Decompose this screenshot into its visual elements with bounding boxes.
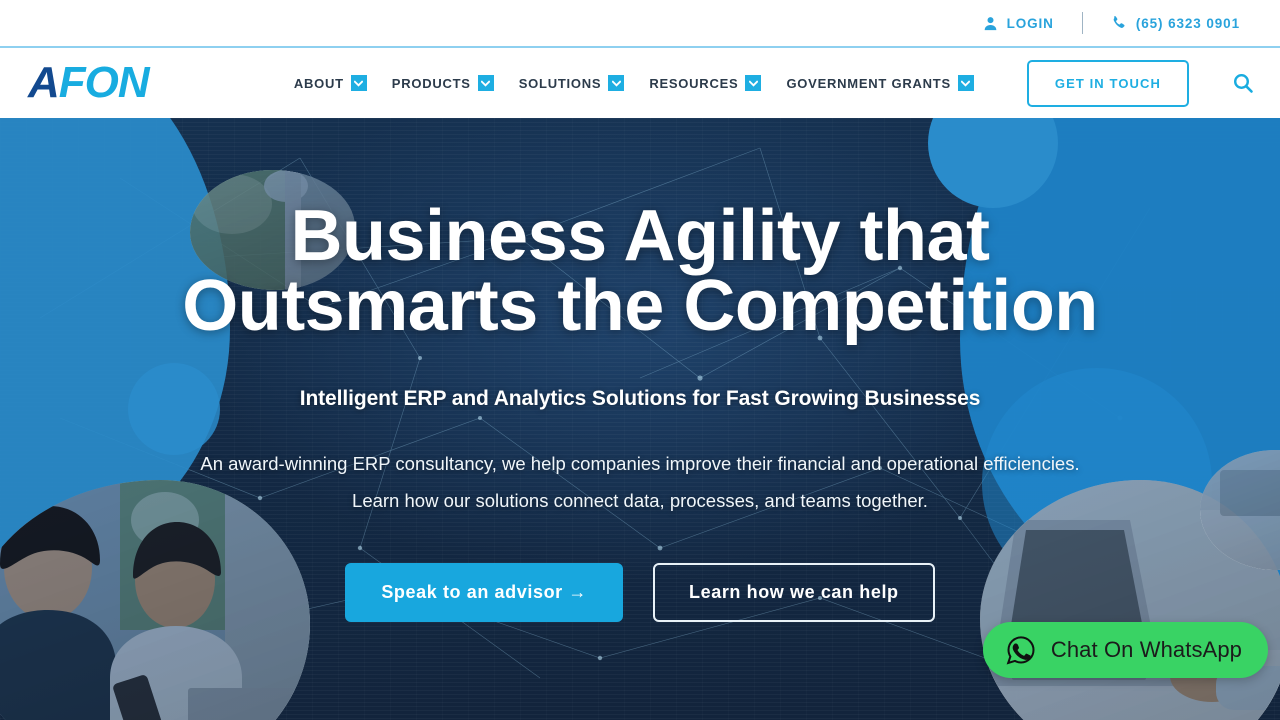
hero-heading: Business Agility that Outsmarts the Comp…: [0, 200, 1280, 342]
hero-paragraph: An award-winning ERP consultancy, we hel…: [0, 450, 1280, 516]
hero-heading-line-2: Outsmarts the Competition: [182, 265, 1098, 346]
nav-item-label: PRODUCTS: [391, 75, 471, 91]
phone-number: (65) 6323 0901: [1135, 15, 1240, 31]
login-link[interactable]: LOGIN: [983, 16, 1054, 31]
nav-item-about[interactable]: ABOUT: [294, 75, 367, 91]
main-navigation: AFON ABOUT PRODUCTS SOLUTIONS RESOURCES: [0, 48, 1280, 118]
nav-item-products[interactable]: PRODUCTS: [392, 75, 494, 91]
afon-logo[interactable]: AFON: [28, 58, 150, 107]
hero-cta-row: Speak to an advisor → Learn how we can h…: [0, 563, 1280, 622]
nav-item-label: ABOUT: [293, 75, 344, 91]
nav-item-label: SOLUTIONS: [518, 75, 602, 91]
logo-letter-a: A: [28, 58, 60, 107]
nav-item-resources[interactable]: RESOURCES: [649, 75, 762, 91]
whatsapp-chat-widget[interactable]: Chat On WhatsApp: [982, 622, 1268, 678]
hero-heading-line-1: Business Agility that: [290, 196, 990, 276]
phone-icon: [1111, 15, 1127, 31]
chevron-down-icon[interactable]: [745, 75, 762, 91]
nav-item-label: GOVERNMENT GRANTS: [786, 75, 951, 91]
chevron-down-icon[interactable]: [350, 75, 367, 91]
chevron-down-icon[interactable]: [477, 75, 494, 91]
chevron-down-icon[interactable]: [608, 75, 625, 91]
whatsapp-label: Chat On WhatsApp: [1050, 637, 1242, 662]
whatsapp-icon: [1005, 634, 1037, 666]
topbar-links: LOGIN (65) 6323 0901: [983, 12, 1240, 34]
nav-item-label: RESOURCES: [649, 75, 739, 91]
topbar-divider: [1081, 12, 1083, 34]
nav-items: ABOUT PRODUCTS SOLUTIONS RESOURCES GOVER: [294, 59, 1254, 107]
hero-subheading: Intelligent ERP and Analytics Solutions …: [299, 386, 981, 410]
search-icon: [1232, 72, 1254, 94]
logo-letters-fon: FON: [58, 58, 150, 107]
hero-paragraph-line-1: An award-winning ERP consultancy, we hel…: [200, 452, 1080, 474]
nav-item-solutions[interactable]: SOLUTIONS: [519, 75, 625, 91]
search-button[interactable]: [1232, 72, 1254, 94]
get-in-touch-button[interactable]: GET IN TOUCH: [1026, 59, 1189, 107]
hero-paragraph-line-2: Learn how our solutions connect data, pr…: [352, 490, 928, 512]
top-utility-bar: LOGIN (65) 6323 0901: [0, 0, 1280, 48]
phone-link[interactable]: (65) 6323 0901: [1111, 15, 1240, 31]
speak-to-advisor-button[interactable]: Speak to an advisor →: [345, 563, 623, 622]
user-icon: [983, 16, 998, 31]
nav-item-government-grants[interactable]: GOVERNMENT GRANTS: [786, 75, 974, 91]
chevron-down-icon[interactable]: [957, 75, 974, 91]
login-label: LOGIN: [1006, 15, 1054, 31]
hero-section: Business Agility that Outsmarts the Comp…: [0, 118, 1280, 720]
learn-how-button[interactable]: Learn how we can help: [653, 563, 935, 622]
hero-content: Business Agility that Outsmarts the Comp…: [0, 118, 1280, 622]
